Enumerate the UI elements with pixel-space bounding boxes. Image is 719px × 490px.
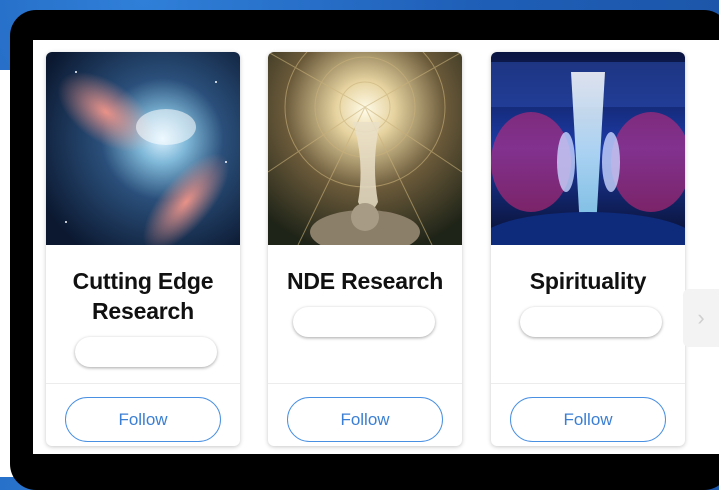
card-divider [46, 383, 240, 384]
follow-button[interactable]: Follow [510, 397, 666, 442]
card-tag-pill [75, 337, 217, 367]
nebula-image [46, 52, 240, 245]
card-tag-pill [293, 307, 435, 337]
carousel-screen: Cutting Edge Research Follow NDE Researc… [33, 40, 719, 454]
card-divider [491, 383, 685, 384]
card-tag-pill [520, 307, 662, 337]
card-title: Spirituality [529, 268, 647, 294]
card-nde-research[interactable]: NDE Research Follow [268, 52, 462, 446]
card-divider [268, 383, 462, 384]
cosmic-figures-image [491, 52, 685, 245]
visionary-tunnel-image [268, 52, 462, 245]
follow-button[interactable]: Follow [65, 397, 221, 442]
follow-button[interactable]: Follow [287, 397, 443, 442]
card-cutting-edge-research[interactable]: Cutting Edge Research Follow [46, 52, 240, 446]
card-spirituality[interactable]: Spirituality Follow [491, 52, 685, 446]
carousel-next-button[interactable]: › [683, 289, 719, 347]
chevron-right-icon: › [697, 305, 705, 330]
card-title: NDE Research [286, 268, 444, 294]
card-title: Cutting Edge Research [72, 268, 214, 324]
